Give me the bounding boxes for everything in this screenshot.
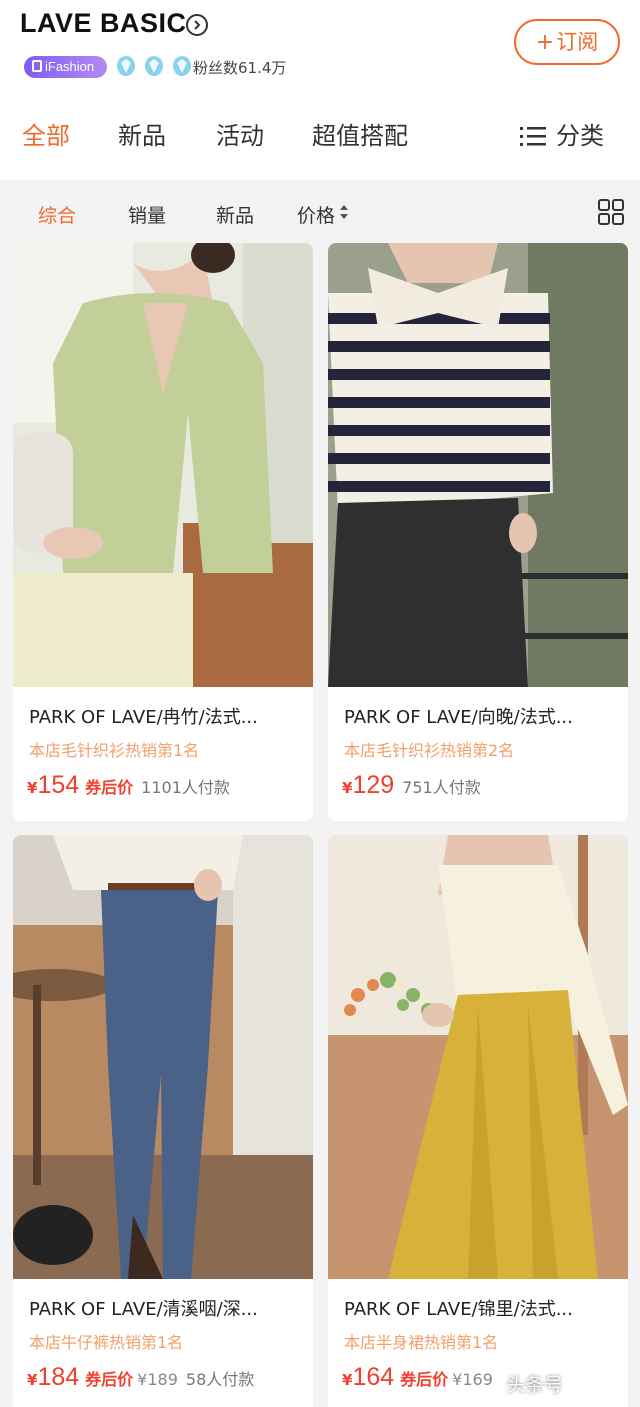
filter-new[interactable]: 新品 bbox=[216, 201, 254, 228]
currency-symbol: ¥ bbox=[342, 779, 353, 797]
product-rank: 本店毛针织衫热销第1名 bbox=[29, 741, 200, 760]
tab-bundles[interactable]: 超值搭配 bbox=[312, 116, 408, 151]
diamond-icon bbox=[145, 56, 164, 76]
filter-price[interactable]: 价格 bbox=[297, 201, 349, 228]
product-card[interactable]: PARK OF LAVE/锦里/法式... 本店半身裙热销第1名 ¥164 券后价… bbox=[328, 835, 628, 1407]
filter-comprehensive[interactable]: 综合 bbox=[38, 201, 76, 228]
diamond-icon bbox=[173, 56, 192, 76]
ifashion-badge: iFashion bbox=[24, 56, 107, 78]
product-image[interactable] bbox=[13, 243, 313, 687]
filter-sales[interactable]: 销量 bbox=[128, 201, 166, 228]
currency-symbol: ¥ bbox=[27, 1371, 38, 1389]
shop-header: LAVE BASIC iFashion 粉丝数61.4万 +订阅 全部 新品 活… bbox=[0, 0, 640, 180]
shop-name[interactable]: LAVE BASIC bbox=[20, 8, 187, 39]
ifashion-badge-label: iFashion bbox=[45, 59, 95, 74]
price-row: ¥154 券后价 1101人付款 bbox=[27, 771, 230, 800]
product-price: 129 bbox=[352, 771, 395, 799]
original-price: ¥169 bbox=[452, 1370, 493, 1389]
sold-count: 1101人付款 bbox=[141, 778, 230, 797]
product-rank: 本店半身裙热销第1名 bbox=[344, 1333, 499, 1352]
currency-symbol: ¥ bbox=[342, 1371, 353, 1389]
fans-count: 粉丝数61.4万 bbox=[193, 59, 287, 77]
shop-level-diamonds bbox=[116, 55, 195, 79]
subscribe-label: 订阅 bbox=[556, 30, 599, 54]
product-title[interactable]: PARK OF LAVE/向晚/法式... bbox=[344, 703, 619, 729]
product-price: 154 bbox=[37, 771, 80, 799]
ifashion-logo-icon bbox=[32, 60, 42, 72]
product-card[interactable]: PARK OF LAVE/清溪咽/深... 本店牛仔裤热销第1名 ¥184 券后价… bbox=[13, 835, 313, 1407]
sold-count: 751人付款 bbox=[402, 778, 481, 797]
product-title[interactable]: PARK OF LAVE/清溪咽/深... bbox=[29, 1295, 304, 1321]
shop-tabs: 全部 新品 活动 超值搭配 分类 bbox=[0, 116, 640, 160]
product-rank: 本店牛仔裤热销第1名 bbox=[29, 1333, 184, 1352]
price-row: ¥129 751人付款 bbox=[342, 771, 481, 800]
tab-activity[interactable]: 活动 bbox=[216, 116, 264, 151]
currency-symbol: ¥ bbox=[27, 779, 38, 797]
price-row: ¥184 券后价 ¥189 58人付款 bbox=[27, 1363, 254, 1392]
price-row: ¥164 券后价 ¥169 bbox=[342, 1363, 493, 1392]
product-rank: 本店毛针织衫热销第2名 bbox=[344, 741, 515, 760]
product-price: 184 bbox=[37, 1363, 80, 1391]
grid-view-toggle-icon[interactable] bbox=[598, 199, 624, 225]
category-button[interactable]: 分类 bbox=[520, 116, 604, 151]
filter-price-label: 价格 bbox=[297, 205, 336, 227]
diamond-icon bbox=[117, 56, 135, 76]
plus-icon: + bbox=[535, 30, 555, 55]
shop-info-arrow-icon[interactable] bbox=[186, 14, 208, 36]
sort-arrows-icon bbox=[340, 205, 349, 219]
product-title[interactable]: PARK OF LAVE/锦里/法式... bbox=[344, 1295, 619, 1321]
list-icon bbox=[520, 127, 546, 146]
coupon-price-label: 券后价 bbox=[85, 778, 134, 797]
category-label: 分类 bbox=[556, 122, 604, 150]
tab-all[interactable]: 全部 bbox=[22, 116, 70, 151]
product-card[interactable]: PARK OF LAVE/冉竹/法式... 本店毛针织衫热销第1名 ¥154 券后… bbox=[13, 243, 313, 821]
product-title[interactable]: PARK OF LAVE/冉竹/法式... bbox=[29, 703, 304, 729]
product-image[interactable] bbox=[13, 835, 313, 1279]
product-image[interactable] bbox=[328, 243, 628, 687]
sort-filter-bar: 综合 销量 新品 价格 bbox=[0, 180, 640, 244]
product-image[interactable] bbox=[328, 835, 628, 1279]
sold-count: 58人付款 bbox=[185, 1370, 255, 1389]
subscribe-button[interactable]: +订阅 bbox=[514, 19, 620, 65]
tab-new[interactable]: 新品 bbox=[118, 116, 166, 151]
coupon-price-label: 券后价 bbox=[85, 1370, 134, 1389]
product-card[interactable]: PARK OF LAVE/向晚/法式... 本店毛针织衫热销第2名 ¥129 75… bbox=[328, 243, 628, 821]
product-price: 164 bbox=[352, 1363, 395, 1391]
coupon-price-label: 券后价 bbox=[400, 1370, 449, 1389]
original-price: ¥189 bbox=[137, 1370, 178, 1389]
watermark: 头条号 bbox=[506, 1374, 564, 1396]
